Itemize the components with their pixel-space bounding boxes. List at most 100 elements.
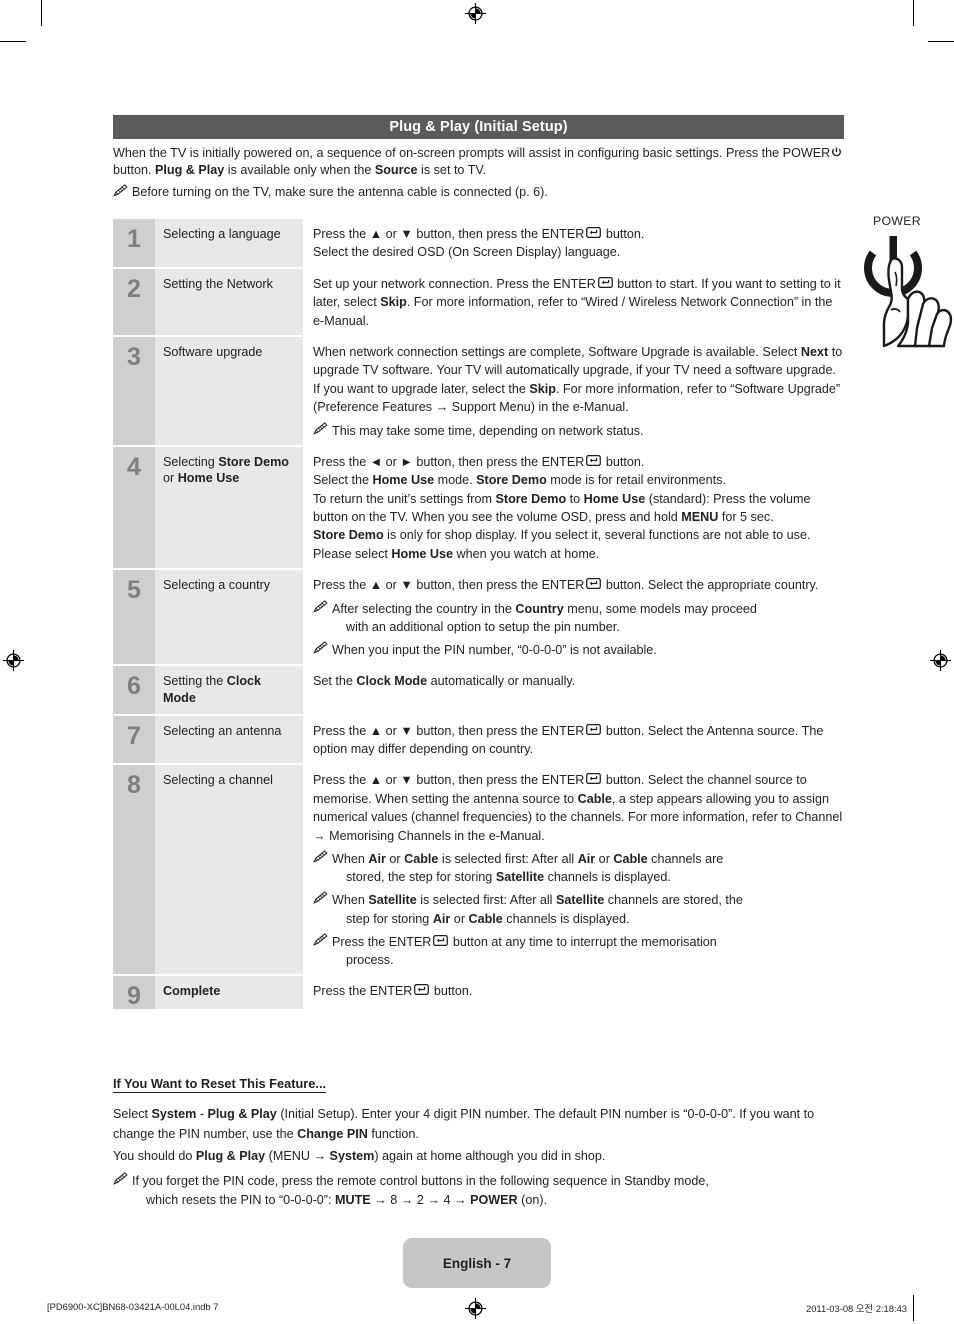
- enter-key-icon: [433, 934, 449, 946]
- step-desc-line: Press the ENTER button.: [313, 982, 844, 1000]
- step-desc-line: Set the Clock Mode automatically or manu…: [313, 672, 844, 690]
- note-satellite-bold: Satellite: [495, 870, 545, 885]
- table-row: 4 Selecting Store Demo or Home Use Press…: [113, 446, 844, 569]
- desc-text: Press the ▲ or ▼ button, then press the …: [313, 723, 585, 738]
- note-pencil-icon: [313, 641, 328, 654]
- note2-cont-text-2: or: [450, 911, 469, 926]
- reset-text-7: ) again at home although you did in shop…: [374, 1148, 606, 1163]
- reset-note: If you forget the PIN code, press the re…: [113, 1172, 844, 1210]
- step-note-text-3: Press the ENTER button at any time to in…: [332, 933, 717, 969]
- note-text-4: or: [595, 851, 614, 866]
- desc-text-4: mode.: [434, 473, 477, 488]
- power-illustration-label: POWER: [873, 214, 921, 228]
- note2-text: When: [332, 893, 369, 908]
- desc-text: Press the ▲ or ▼ button, then press the …: [313, 227, 585, 241]
- step-label: Selecting a language: [155, 219, 303, 267]
- intro-text-b: button.: [113, 162, 156, 177]
- note-text-3: is selected first: After all: [438, 851, 578, 866]
- note2-cont-text: step for storing: [346, 911, 433, 926]
- enter-key-icon: [586, 578, 602, 590]
- note2-text-2: is selected first: After all: [416, 893, 556, 908]
- note3-text-2: button at any time to interrupt the memo…: [449, 934, 717, 949]
- step-number: 4: [113, 446, 155, 569]
- note-text-2: menu, some models may proceed: [563, 601, 757, 616]
- step-description: Press the ▲ or ▼ button, then press the …: [303, 570, 844, 665]
- step-note-text-2: When you input the PIN number, “0-0-0-0”…: [332, 643, 657, 658]
- reset-note-cont-c: (on).: [517, 1193, 548, 1208]
- step-note-text: After selecting the country in the Count…: [332, 600, 757, 636]
- crop-mark-top-right-horizontal: [928, 41, 954, 42]
- reset-note-continuation: which resets the PIN to “0-0-0-0”: MUTE …: [132, 1191, 709, 1210]
- note-pencil-icon: [113, 1172, 128, 1185]
- step-number: 5: [113, 570, 155, 665]
- step-label-text-2: or: [163, 471, 178, 486]
- desc-menu-bold: MENU: [681, 510, 719, 525]
- step-desc-line: Press the ▲ or ▼ button, then press the …: [313, 576, 844, 594]
- intro-text-a: When the TV is initially powered on, a s…: [113, 146, 783, 160]
- step-number: 9: [113, 976, 155, 1010]
- desc-text-2: button.: [602, 454, 645, 469]
- step-label: Setting the Network: [155, 268, 303, 336]
- reset-note-cont-a: which resets the PIN to “0-0-0-0”:: [146, 1193, 335, 1208]
- step-label-text: Selecting a country: [163, 578, 271, 593]
- reset-power-bold: POWER: [470, 1193, 518, 1208]
- step-label: Selecting a country: [155, 570, 303, 665]
- intro-block: When the TV is initially powered on, a s…: [113, 145, 844, 201]
- desc-store-bold: Store Demo: [476, 473, 547, 488]
- desc-next-bold: Next: [800, 345, 829, 360]
- desc-text-11: when you watch at home.: [453, 546, 600, 561]
- step-label-text: Selecting: [163, 454, 219, 469]
- step-description: When network connection settings are com…: [303, 337, 844, 445]
- page-number-label: English - 7: [442, 1255, 512, 1271]
- crop-mark-top-right-vertical: [913, 0, 914, 26]
- step-label-home-bold: Home Use: [177, 471, 240, 486]
- intro-note: Before turning on the TV, make sure the …: [113, 184, 844, 201]
- intro-note-text: Before turning on the TV, make sure the …: [132, 185, 548, 200]
- desc-text: Set the: [313, 674, 357, 689]
- note-pencil-icon: [313, 421, 328, 435]
- desc-home-bold-2: Home Use: [583, 491, 646, 506]
- crop-mark-top-left-horizontal: [0, 41, 26, 42]
- desc-text: Press the ▲ or ▼ button, then press the …: [313, 773, 585, 788]
- table-row: 6 Setting the Clock Mode Set the Clock M…: [113, 666, 844, 714]
- table-row: 7 Selecting an antenna Press the ▲ or ▼ …: [113, 715, 844, 764]
- note-text: After selecting the country in the: [332, 601, 516, 616]
- step-label-text: Selecting an antenna: [163, 723, 282, 738]
- step-note-2: When Satellite is selected first: After …: [313, 891, 844, 927]
- table-row: 5 Selecting a country Press the ▲ or ▼ b…: [113, 570, 844, 665]
- note-air-bold: Air: [368, 851, 386, 866]
- registration-target-right-icon: [930, 650, 951, 671]
- step-number: 6: [113, 666, 155, 714]
- desc-text-3: Select the: [313, 473, 373, 488]
- step-desc-line: When network connection settings are com…: [313, 343, 844, 417]
- step-label: Complete: [155, 976, 303, 1010]
- note-continuation: stored, the step for storing Satellite c…: [332, 868, 723, 886]
- table-row: 8 Selecting a channel Press the ▲ or ▼ b…: [113, 765, 844, 975]
- reset-heading: If You Want to Reset This Feature...: [113, 1076, 327, 1093]
- print-footer-file: [PD6900-XC]BN68-03421A-00L04.indb 7: [47, 1301, 219, 1312]
- desc-text-2: automatically or manually.: [427, 674, 576, 689]
- intro-text-d: is set to TV.: [417, 162, 487, 177]
- reset-note-text: If you forget the PIN code, press the re…: [132, 1172, 709, 1210]
- print-footer-timestamp: 2011-03-08 오전 2:18:43: [806, 1303, 907, 1314]
- registration-target-left-icon: [3, 650, 24, 671]
- reset-text-2: -: [196, 1107, 208, 1121]
- intro-source-bold: Source: [374, 162, 418, 177]
- step-label: Setting the Clock Mode: [155, 666, 303, 714]
- power-symbol-icon: [831, 146, 842, 157]
- crop-mark-top-left-vertical: [41, 0, 42, 26]
- section-title-bar: Plug & Play (Initial Setup): [113, 115, 844, 139]
- note2-satellite-bold: Satellite: [368, 893, 417, 908]
- step-description: Press the ▲ or ▼ button, then press the …: [303, 219, 844, 267]
- table-row: 3 Software upgrade When network connecti…: [113, 337, 844, 445]
- step-desc-line-2: Select the Home Use mode. Store Demo mod…: [313, 471, 844, 489]
- reset-text-5: You should do: [113, 1148, 196, 1163]
- step-label: Selecting Store Demo or Home Use: [155, 446, 303, 569]
- enter-key-icon: [586, 723, 602, 735]
- step-note: After selecting the country in the Count…: [313, 599, 844, 636]
- step-label: Selecting an antenna: [155, 715, 303, 764]
- enter-key-icon: [414, 984, 430, 996]
- step-note-3: Press the ENTER button at any time to in…: [313, 932, 844, 969]
- desc-text: Press the ENTER: [313, 984, 413, 999]
- desc-text: Press the ◄ or ► button, then press the …: [313, 454, 585, 469]
